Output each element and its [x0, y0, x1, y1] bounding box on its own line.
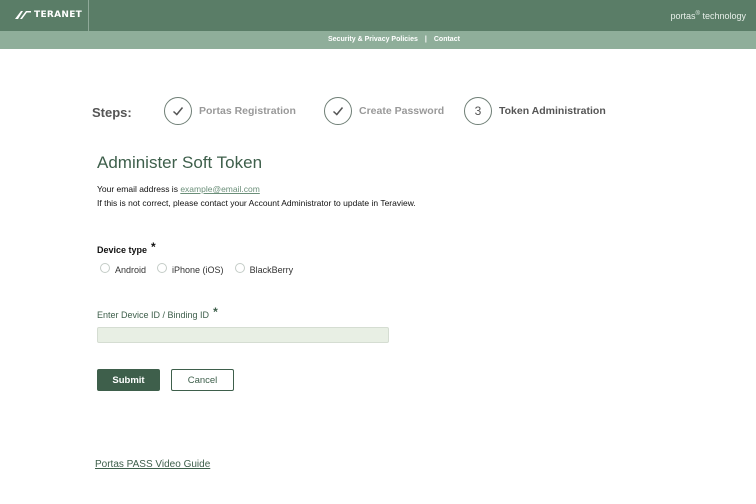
subnav-separator: | — [424, 36, 427, 43]
step-label: Token Administration — [499, 105, 606, 117]
required-asterisk: * — [151, 240, 156, 254]
steps-label: Steps: — [92, 105, 132, 120]
step-portas-registration: Portas Registration — [164, 97, 296, 125]
radio-android[interactable]: Android — [100, 263, 147, 275]
device-type-radio-group: Android iPhone (iOS) BlackBerry — [100, 263, 304, 275]
submit-button[interactable]: Submit — [97, 369, 160, 391]
step-complete-circle — [164, 97, 192, 125]
sub-nav: Security & Privacy Policies | Contact — [328, 36, 460, 43]
radio-button[interactable] — [100, 263, 110, 273]
radio-iphone[interactable]: iPhone (iOS) — [157, 263, 224, 275]
cancel-button[interactable]: Cancel — [171, 369, 234, 391]
page-title: Administer Soft Token — [97, 153, 263, 172]
checkmark-icon — [332, 107, 344, 116]
radio-label: BlackBerry — [249, 265, 294, 275]
video-guide-link[interactable]: Portas PASS Video Guide — [95, 459, 210, 470]
step-label: Create Password — [359, 105, 445, 117]
step-number: 3 — [474, 104, 482, 118]
sub-nav-bar: Security & Privacy Policies | Contact — [0, 31, 756, 49]
radio-blackberry[interactable]: BlackBerry — [234, 263, 294, 275]
tagline-rest: technology — [699, 11, 746, 21]
teranet-logo-icon — [15, 11, 31, 19]
device-id-input[interactable] — [97, 327, 389, 343]
email-info: Your email address is example@email.com … — [97, 182, 416, 210]
header-divider — [88, 0, 89, 31]
logo-text: TERANET — [34, 10, 83, 20]
radio-button[interactable] — [234, 263, 245, 273]
email-link[interactable]: example@email.com — [180, 184, 260, 194]
step-token-administration: 3 Token Administration — [464, 97, 606, 125]
email-line: Your email address is example@email.com — [97, 182, 416, 196]
step-complete-circle — [324, 97, 352, 125]
tagline-main: portas — [670, 11, 696, 21]
device-id-text: Enter Device ID / Binding ID — [97, 310, 210, 320]
teranet-logo[interactable]: TERANET — [14, 10, 82, 20]
checkmark-icon — [172, 107, 184, 116]
device-type-label: Device type * — [97, 240, 156, 256]
security-privacy-link[interactable]: Security & Privacy Policies — [328, 36, 418, 43]
step-number-circle: 3 — [464, 97, 492, 125]
top-header-bar: TERANET portas® technology — [0, 0, 756, 31]
device-id-label: Enter Device ID / Binding ID * — [97, 305, 218, 321]
email-notice: If this is not correct, please contact y… — [97, 198, 416, 208]
radio-label: iPhone (iOS) — [172, 265, 224, 275]
contact-link[interactable]: Contact — [434, 36, 460, 43]
required-asterisk: * — [213, 305, 218, 319]
step-create-password: Create Password — [324, 97, 444, 125]
portas-tagline: portas® technology — [671, 11, 746, 21]
device-type-text: Device type — [97, 245, 148, 255]
radio-label: Android — [115, 265, 147, 275]
radio-button[interactable] — [157, 263, 168, 273]
step-label: Portas Registration — [199, 105, 296, 117]
steps-progress: Steps: Portas Registration Create Passwo… — [92, 97, 692, 127]
email-prefix: Your email address is — [97, 184, 181, 194]
